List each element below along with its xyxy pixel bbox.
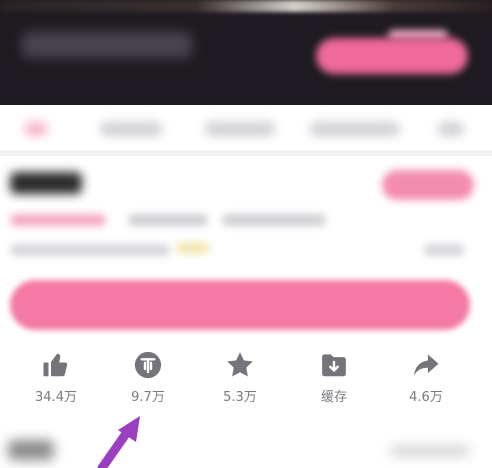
banner-text-blurred — [22, 32, 192, 58]
cache-button[interactable]: 缓存 — [294, 350, 374, 410]
share-count: 4.6万 — [409, 390, 443, 405]
video-player-area[interactable] — [0, 0, 492, 105]
tab-strip-blurred[interactable] — [0, 112, 492, 148]
annotation-arrow-icon — [97, 416, 140, 468]
tab-blurred[interactable] — [438, 122, 464, 136]
tab-blurred-active[interactable] — [24, 122, 48, 136]
tab-blurred[interactable] — [205, 122, 275, 136]
like-count: 34.4万 — [35, 390, 77, 405]
coin-count: 9.7万 — [131, 390, 165, 405]
coin-icon — [134, 351, 162, 379]
section-divider — [0, 150, 492, 156]
promo-bar-blurred[interactable] — [10, 280, 470, 330]
coin-button[interactable]: 9.7万 — [108, 350, 188, 410]
follow-button-blurred[interactable] — [382, 170, 474, 200]
download-folder-icon — [322, 354, 346, 377]
thumbs-up-icon — [43, 353, 68, 377]
section-link-blurred — [390, 446, 470, 456]
banner-button-blurred[interactable] — [316, 38, 468, 74]
favorite-button[interactable]: 5.3万 — [200, 350, 280, 410]
star-icon — [227, 352, 253, 377]
title-blurred — [10, 172, 82, 194]
share-arrow-icon — [414, 354, 439, 376]
video-frame — [0, 0, 492, 12]
action-bar: 34.4万 9.7万 5.3万 缓存 4.6万 — [0, 350, 492, 410]
share-button[interactable]: 4.6万 — [386, 350, 466, 410]
tab-blurred[interactable] — [100, 122, 162, 136]
like-button[interactable]: 34.4万 — [16, 350, 96, 410]
tab-blurred[interactable] — [310, 122, 400, 136]
cache-label: 缓存 — [320, 390, 347, 405]
section-title-blurred — [8, 440, 54, 460]
favorite-count: 5.3万 — [223, 390, 257, 405]
